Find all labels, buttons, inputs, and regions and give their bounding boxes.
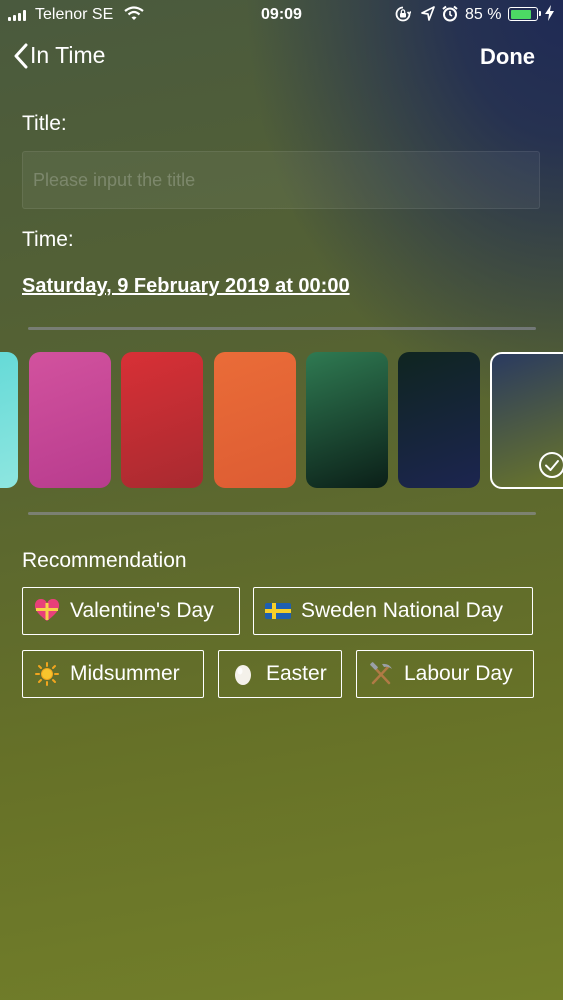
back-label: In Time (30, 42, 106, 68)
sun-icon (34, 662, 60, 686)
back-button[interactable]: In Time (14, 42, 105, 69)
heart-gift-icon (34, 598, 60, 623)
chip-label: Midsummer (70, 662, 180, 685)
swatch-teal[interactable] (0, 352, 18, 488)
chip-label: Valentine's Day (70, 599, 214, 622)
chevron-left-icon (14, 43, 28, 68)
chip-label: Easter (266, 662, 327, 685)
chip-label: Labour Day (404, 662, 513, 685)
swatch-navy[interactable] (398, 352, 480, 488)
chip-easter[interactable]: Easter (218, 650, 342, 698)
location-icon (421, 6, 435, 27)
swatch-orange[interactable] (214, 352, 296, 488)
egg-icon (230, 662, 256, 686)
chip-labour-day[interactable]: Labour Day (356, 650, 534, 698)
title-label: Title: (22, 112, 67, 135)
sweden-flag-icon (265, 599, 291, 623)
checkmark-icon (539, 452, 563, 478)
chip-sweden-national-day[interactable]: Sweden National Day (253, 587, 533, 635)
swatch-olive[interactable] (490, 352, 563, 489)
background-swatch-strip[interactable] (0, 352, 563, 489)
date-picker-link[interactable]: Saturday, 9 February 2019 at 00:00 (22, 275, 350, 298)
divider (28, 512, 536, 515)
title-input[interactable] (22, 151, 540, 209)
chip-midsummer[interactable]: Midsummer (22, 650, 204, 698)
battery-fill (510, 9, 531, 19)
recommendation-title: Recommendation (22, 549, 187, 572)
battery-icon (508, 7, 541, 21)
chip-label: Sweden National Day (301, 599, 503, 622)
charging-bolt-icon (545, 5, 554, 24)
swatch-pink[interactable] (29, 352, 111, 488)
time-label: Time: (22, 228, 74, 251)
swatch-red[interactable] (121, 352, 203, 488)
status-bar: Telenor SE 09:09 85 % (0, 0, 563, 30)
rotation-lock-icon (395, 6, 412, 27)
swatch-green[interactable] (306, 352, 388, 488)
divider (28, 327, 536, 330)
hammer-pick-icon (368, 662, 394, 686)
alarm-icon (442, 5, 458, 27)
chip-valentines-day[interactable]: Valentine's Day (22, 587, 240, 635)
done-button[interactable]: Done (480, 44, 535, 70)
battery-percent: 85 % (465, 6, 502, 23)
